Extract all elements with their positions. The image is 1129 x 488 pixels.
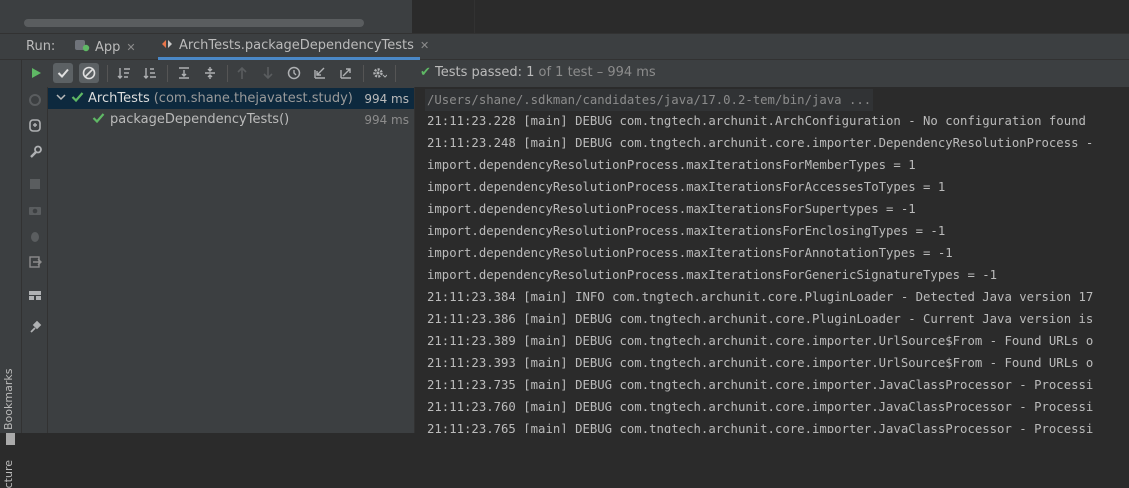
exit-icon[interactable]	[25, 252, 45, 272]
tree-row-packagedependencytests[interactable]: packageDependencyTests() 994 ms	[48, 109, 414, 130]
passed-check-icon: ✔	[420, 65, 431, 80]
console-line: import.dependencyResolutionProcess.maxIt…	[427, 158, 916, 172]
tree-item-time: 994 ms	[364, 91, 409, 106]
left-tool-stripe: Bookmarks cture	[0, 60, 22, 488]
app-run-config-icon	[74, 38, 90, 56]
console-line: 21:11:23.760 [main] DEBUG com.tngtech.ar…	[427, 400, 1094, 414]
tab-archtests[interactable]: ArchTests.packageDependencyTests ✕	[158, 34, 429, 60]
collapse-all-icon[interactable]	[200, 63, 220, 83]
run-label: Run:	[26, 39, 56, 54]
chevron-down-icon[interactable]	[56, 92, 66, 105]
settings-gear-icon[interactable]	[369, 63, 389, 83]
toolbar-separator	[107, 65, 108, 82]
history-icon[interactable]	[284, 63, 304, 83]
show-ignored-icon[interactable]	[79, 63, 99, 83]
expand-all-icon[interactable]	[174, 63, 194, 83]
run-side-toolbar	[22, 60, 48, 433]
wrench-icon[interactable]	[25, 142, 45, 162]
tests-total: of 1 test	[538, 65, 593, 80]
tab-app[interactable]: App ✕	[74, 34, 136, 60]
console-line: 21:11:23.389 [main] DEBUG com.tngtech.ar…	[427, 334, 1094, 348]
bookmark-icon	[6, 433, 15, 445]
bookmarks-tool-button[interactable]: Bookmarks	[2, 369, 20, 430]
toolbar-separator	[167, 65, 168, 82]
run-tab-bar: Run: App ✕ ArchTests.packageDependencyTe…	[0, 33, 1129, 60]
passed-check-icon	[71, 91, 84, 107]
console-line: 21:11:23.393 [main] DEBUG com.tngtech.ar…	[427, 356, 1094, 370]
console-line: import.dependencyResolutionProcess.maxIt…	[427, 246, 953, 260]
console-line: 21:11:23.228 [main] DEBUG com.tngtech.ar…	[427, 114, 1086, 128]
console-line: 21:11:23.384 [main] INFO com.tngtech.arc…	[427, 290, 1094, 304]
console-line: import.dependencyResolutionProcess.maxIt…	[427, 268, 998, 282]
export-tests-icon[interactable]	[336, 63, 356, 83]
rerun-failed-icon[interactable]	[25, 90, 45, 110]
next-failed-icon[interactable]	[258, 63, 278, 83]
test-status: ✔ Tests passed: 1 of 1 test – 994 ms	[420, 65, 656, 80]
tab-app-label: App	[95, 39, 121, 55]
console-line: 21:11:23.386 [main] DEBUG com.tngtech.ar…	[427, 312, 1094, 326]
run-icon[interactable]	[26, 63, 46, 83]
toggle-autotest-icon[interactable]	[25, 115, 45, 135]
console-line: import.dependencyResolutionProcess.maxIt…	[427, 224, 946, 238]
camera-icon[interactable]	[25, 200, 45, 220]
structure-tool-button[interactable]: cture	[2, 460, 15, 488]
pin-icon[interactable]	[25, 317, 45, 337]
import-tests-icon[interactable]	[310, 63, 330, 83]
editor-divider	[474, 0, 475, 33]
console-line: 21:11:23.765 [main] DEBUG com.tngtech.ar…	[427, 422, 1094, 433]
tests-duration: – 994 ms	[596, 65, 656, 80]
toolbar-separator	[363, 65, 364, 82]
tree-row-archtests[interactable]: ArchTests (com.shane.thejavatest.study) …	[48, 88, 414, 109]
console-output[interactable]: /Users/shane/.sdkman/candidates/java/17.…	[415, 87, 1129, 433]
previous-failed-icon[interactable]	[232, 63, 252, 83]
tab-archtests-label: ArchTests.packageDependencyTests	[179, 38, 414, 53]
console-command-line[interactable]: /Users/shane/.sdkman/candidates/java/17.…	[425, 89, 874, 111]
sort-by-duration-icon[interactable]	[140, 63, 160, 83]
console-line: import.dependencyResolutionProcess.maxIt…	[427, 180, 946, 194]
toolbar-separator	[227, 65, 228, 82]
sort-alphabetically-icon[interactable]	[114, 63, 134, 83]
toolbar-separator	[395, 65, 396, 82]
test-diamond-icon	[160, 38, 174, 54]
console-line: import.dependencyResolutionProcess.maxIt…	[427, 202, 916, 216]
console-line: 21:11:23.735 [main] DEBUG com.tngtech.ar…	[427, 378, 1094, 392]
horizontal-scrollbar[interactable]	[24, 19, 364, 27]
tree-item-name: packageDependencyTests()	[110, 112, 290, 127]
tree-item-package: (com.shane.thejavatest.study)	[153, 91, 353, 106]
stop-icon[interactable]	[25, 174, 45, 194]
close-icon[interactable]: ✕	[420, 39, 429, 52]
tests-passed-label: Tests passed:	[435, 65, 522, 80]
close-icon[interactable]: ✕	[126, 41, 135, 54]
tree-item-time: 994 ms	[364, 112, 409, 127]
editor-top-strip	[0, 0, 1129, 33]
layout-icon[interactable]	[25, 285, 45, 305]
passed-check-icon	[92, 112, 105, 128]
debug-icon[interactable]	[25, 226, 45, 246]
tree-item-name: ArchTests	[88, 91, 150, 106]
test-results-tree: ArchTests (com.shane.thejavatest.study) …	[48, 87, 414, 433]
test-runner-toolbar: ✔ Tests passed: 1 of 1 test – 994 ms	[22, 60, 1129, 87]
editor-area	[412, 0, 1129, 33]
show-passed-icon[interactable]	[53, 63, 73, 83]
tests-passed-count: 1	[526, 65, 535, 80]
console-line: 21:11:23.248 [main] DEBUG com.tngtech.ar…	[427, 136, 1094, 150]
